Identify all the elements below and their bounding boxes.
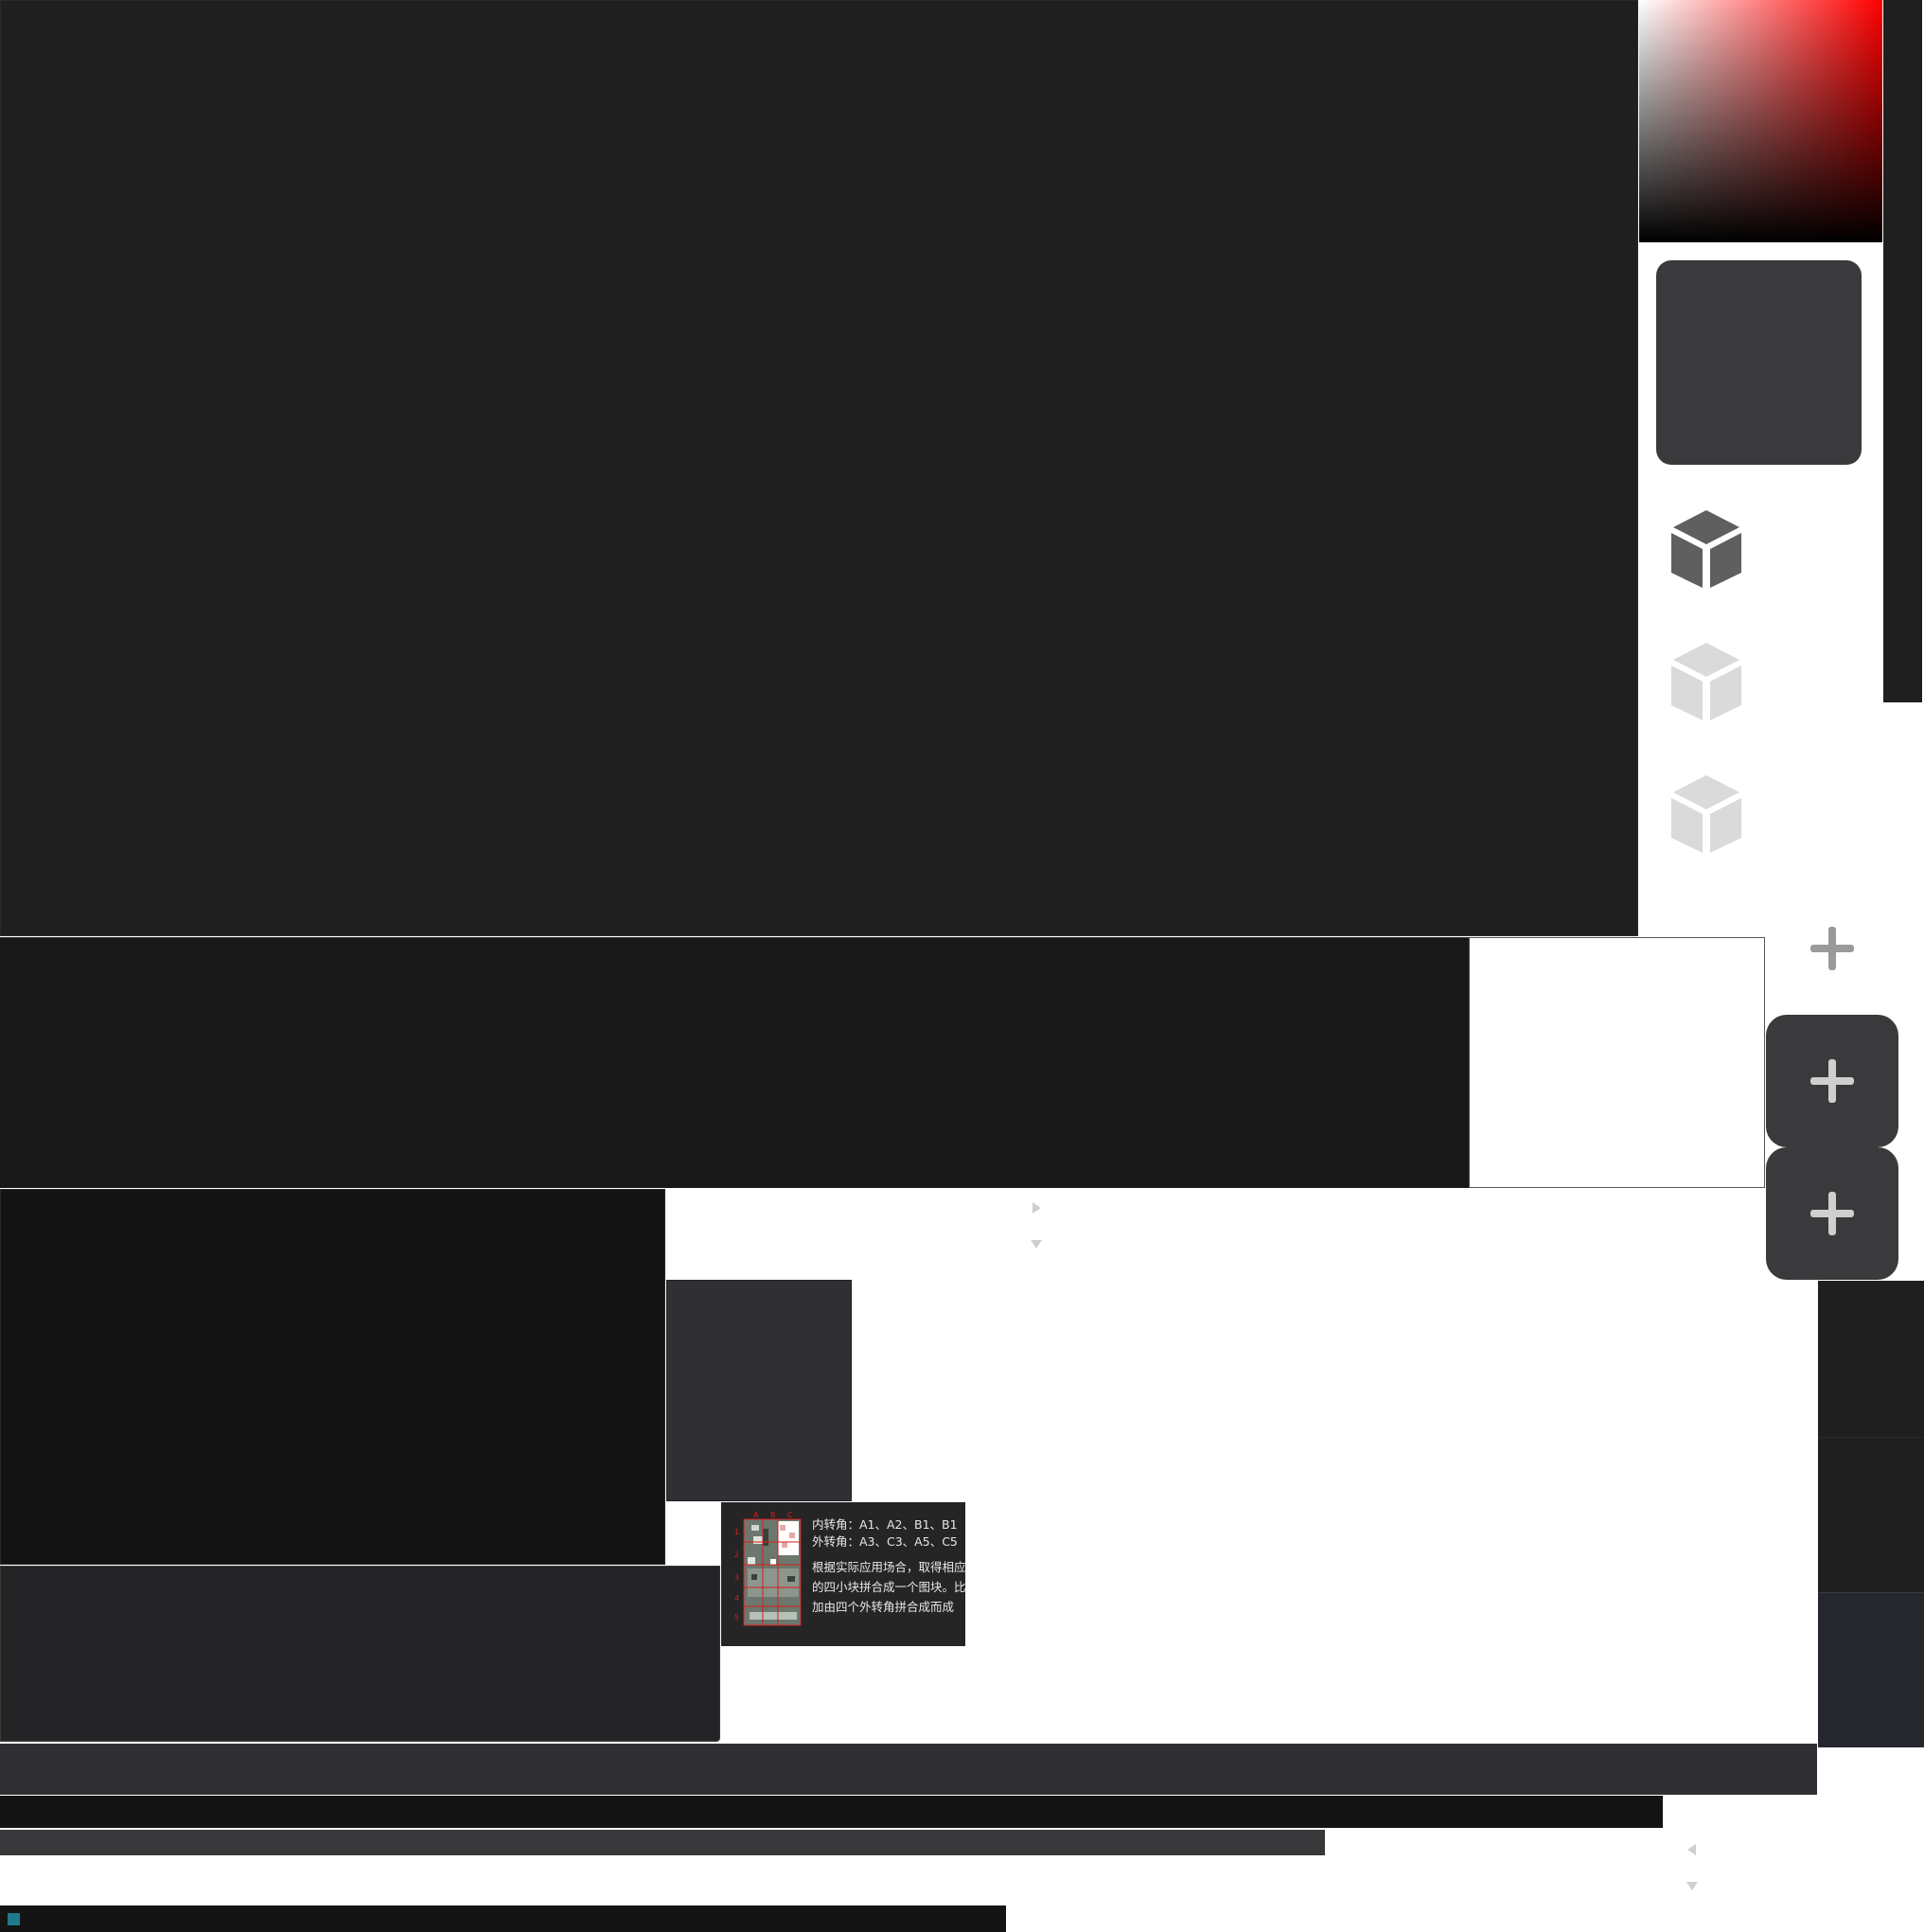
hue-slider-track[interactable]: [1883, 0, 1922, 702]
toolbar-strip[interactable]: [0, 1744, 1817, 1795]
plus-icon: [1810, 1059, 1854, 1103]
expand-right-icon[interactable]: [1030, 1200, 1043, 1214]
svg-text:C: C: [787, 1511, 793, 1519]
collapse-left-icon[interactable]: [1686, 1842, 1699, 1855]
status-bar: [0, 1905, 1006, 1932]
cube-icon[interactable]: [1668, 639, 1745, 724]
chevron-down-icon[interactable]: [1686, 1878, 1699, 1891]
add-button[interactable]: [1766, 882, 1898, 1015]
property-panel[interactable]: [666, 1280, 852, 1501]
tileset-diagram: A B C 1 2 3 4 5: [734, 1511, 802, 1626]
layer-panel[interactable]: [0, 1189, 665, 1565]
svg-text:A: A: [753, 1511, 759, 1519]
tooltip-line: 的四小块拼合成一个图块。比: [812, 1580, 966, 1594]
add-button[interactable]: [1766, 1147, 1898, 1280]
add-button[interactable]: [1766, 1015, 1898, 1147]
scrollbar-track[interactable]: [0, 1796, 1663, 1828]
svg-text:3: 3: [734, 1573, 739, 1582]
tooltip-line: 加由四个外转角拼合成而成: [812, 1600, 955, 1614]
tooltip-line: 根据实际应用场合，取得相应: [812, 1560, 966, 1574]
plus-icon: [1810, 1192, 1854, 1235]
cube-icon[interactable]: [1668, 771, 1745, 857]
saturation-value-picker[interactable]: [1639, 0, 1882, 242]
svg-text:1: 1: [734, 1528, 739, 1536]
plus-icon: [1810, 927, 1854, 970]
side-panel-slot[interactable]: [1818, 1437, 1924, 1592]
cube-icon[interactable]: [1668, 506, 1745, 592]
svg-text:4: 4: [734, 1594, 739, 1603]
tile-help-tooltip: A B C 1 2 3 4 5 内转角：A1、A2、B1、B1 外转角：A3、C…: [721, 1502, 966, 1646]
main-canvas[interactable]: [0, 0, 1638, 936]
svg-text:B: B: [770, 1511, 776, 1519]
preview-box[interactable]: [1469, 937, 1765, 1188]
status-indicator: [8, 1913, 20, 1925]
color-swatch-preview[interactable]: [1656, 260, 1862, 465]
svg-text:2: 2: [734, 1551, 739, 1559]
side-panel-slot[interactable]: [1818, 1281, 1924, 1437]
output-panel[interactable]: [0, 1566, 720, 1742]
timeline-panel[interactable]: [0, 937, 1469, 1188]
progress-strip: [0, 1830, 1325, 1855]
svg-text:5: 5: [734, 1613, 739, 1622]
chevron-down-icon[interactable]: [1030, 1236, 1043, 1250]
side-panel-slot[interactable]: [1818, 1592, 1924, 1747]
tooltip-line: 外转角：A3、C3、A5、C5: [812, 1534, 958, 1549]
